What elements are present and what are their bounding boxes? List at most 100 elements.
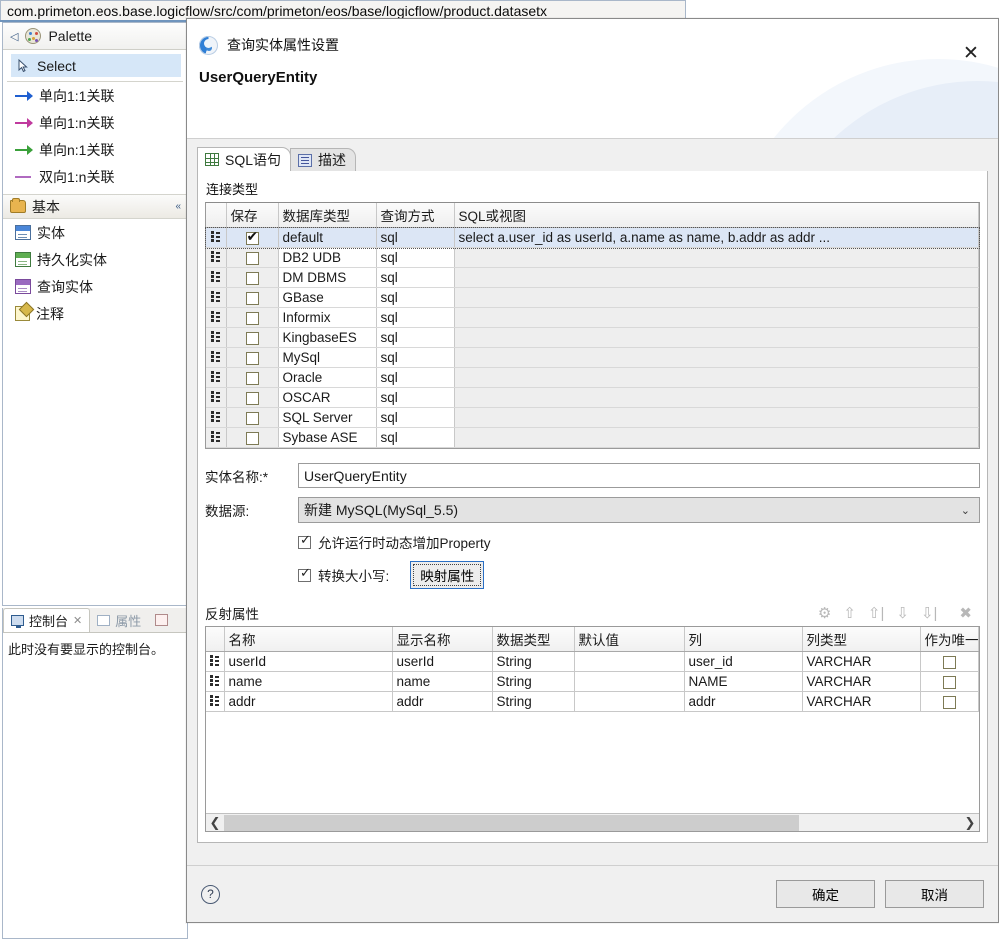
delete-icon[interactable]: ✖ — [959, 606, 972, 621]
help-icon[interactable]: ? — [201, 885, 220, 904]
prop-name-cell[interactable]: userId — [224, 652, 392, 672]
reflect-col-name[interactable]: 名称 — [224, 627, 392, 652]
save-checkbox-cell[interactable] — [226, 368, 278, 388]
table-row[interactable]: addr addr String addr VARCHAR — [206, 692, 979, 712]
row-handle-cell[interactable] — [206, 408, 226, 428]
table-row[interactable]: Oracle sql — [206, 368, 979, 388]
save-checkbox-cell[interactable] — [226, 228, 278, 248]
table-row[interactable]: SQL Server sql — [206, 408, 979, 428]
chevron-down-icon[interactable]: ⌄ — [961, 504, 970, 517]
db-type-cell[interactable]: KingbaseES — [278, 328, 376, 348]
sql-cell[interactable] — [454, 428, 979, 448]
unique-checkbox[interactable] — [943, 676, 956, 689]
prop-coltype-cell[interactable]: VARCHAR — [802, 652, 920, 672]
sql-cell[interactable] — [454, 408, 979, 428]
db-type-cell[interactable]: SQL Server — [278, 408, 376, 428]
sql-table[interactable]: 保存 数据库类型 查询方式 SQL或视图 default s — [205, 202, 980, 449]
prop-default-cell[interactable] — [574, 672, 684, 692]
save-checkbox-cell[interactable] — [226, 268, 278, 288]
sql-col-save[interactable]: 保存 — [226, 203, 278, 228]
save-checkbox-cell[interactable] — [226, 428, 278, 448]
drag-handle-icon[interactable] — [211, 371, 221, 382]
row-handle-cell[interactable] — [206, 672, 224, 692]
sql-cell[interactable] — [454, 368, 979, 388]
db-type-cell[interactable]: DM DBMS — [278, 268, 376, 288]
prop-default-cell[interactable] — [574, 652, 684, 672]
chevron-collapse-icon[interactable]: « — [175, 201, 181, 212]
sql-cell[interactable] — [454, 348, 979, 368]
db-type-cell[interactable]: MySql — [278, 348, 376, 368]
table-row[interactable]: MySql sql — [206, 348, 979, 368]
prop-unique-cell[interactable] — [920, 672, 979, 692]
save-checkbox[interactable] — [246, 332, 259, 345]
row-handle-cell[interactable] — [206, 248, 226, 268]
convert-case-checkbox[interactable] — [298, 569, 311, 582]
row-handle-cell[interactable] — [206, 348, 226, 368]
query-mode-cell[interactable]: sql — [376, 308, 454, 328]
palette-item-uni-1-1[interactable]: 单向1:1关联 — [3, 82, 187, 109]
move-up-icon[interactable]: ⇧ — [843, 606, 856, 621]
table-row[interactable]: default sql select a.user_id as userId, … — [206, 228, 979, 248]
console-tab-properties[interactable]: 属性 — [90, 608, 148, 632]
prop-datatype-cell[interactable]: String — [492, 652, 574, 672]
save-checkbox[interactable] — [246, 232, 259, 245]
palette-item-note[interactable]: 注释 — [3, 300, 187, 327]
row-handle-cell[interactable] — [206, 652, 224, 672]
ok-button[interactable]: 确定 — [776, 880, 875, 908]
drag-handle-icon[interactable] — [211, 331, 221, 342]
prop-display-cell[interactable]: userId — [392, 652, 492, 672]
prop-datatype-cell[interactable]: String — [492, 692, 574, 712]
reflect-col-unique[interactable]: 作为唯一标识 — [920, 627, 979, 652]
drag-handle-icon[interactable] — [210, 675, 220, 686]
query-mode-cell[interactable]: sql — [376, 428, 454, 448]
save-checkbox[interactable] — [246, 372, 259, 385]
query-mode-cell[interactable]: sql — [376, 328, 454, 348]
prop-column-cell[interactable]: NAME — [684, 672, 802, 692]
table-row[interactable]: DB2 UDB sql — [206, 248, 979, 268]
drag-handle-icon[interactable] — [211, 431, 221, 442]
sql-cell[interactable]: select a.user_id as userId, a.name as na… — [454, 228, 979, 248]
sql-col-dbtype[interactable]: 数据库类型 — [278, 203, 376, 228]
datasource-select[interactable]: 新建 MySQL(MySql_5.5) ⌄ — [298, 497, 980, 523]
prop-datatype-cell[interactable]: String — [492, 672, 574, 692]
query-mode-cell[interactable]: sql — [376, 268, 454, 288]
db-type-cell[interactable]: default — [278, 228, 376, 248]
reflect-col-display-name[interactable]: 显示名称 — [392, 627, 492, 652]
drag-handle-icon[interactable] — [211, 291, 221, 302]
sql-col-sql[interactable]: SQL或视图 — [454, 203, 979, 228]
save-checkbox-cell[interactable] — [226, 348, 278, 368]
move-up-one-icon[interactable]: ⇧| — [868, 606, 884, 621]
move-down-icon[interactable]: ⇩ — [896, 606, 909, 621]
db-type-cell[interactable]: DB2 UDB — [278, 248, 376, 268]
table-row[interactable]: GBase sql — [206, 288, 979, 308]
save-checkbox[interactable] — [246, 272, 259, 285]
reflect-properties-table[interactable]: 名称 显示名称 数据类型 默认值 列 列类型 作为唯一标识 — [205, 626, 980, 832]
palette-item-persistent-entity[interactable]: 持久化实体 — [3, 246, 187, 273]
save-checkbox-cell[interactable] — [226, 308, 278, 328]
drag-handle-icon[interactable] — [211, 411, 221, 422]
save-checkbox-cell[interactable] — [226, 388, 278, 408]
save-checkbox[interactable] — [246, 412, 259, 425]
row-handle-cell[interactable] — [206, 308, 226, 328]
row-handle-cell[interactable] — [206, 692, 224, 712]
sql-cell[interactable] — [454, 288, 979, 308]
row-handle-cell[interactable] — [206, 288, 226, 308]
console-tab-problems[interactable] — [148, 608, 175, 632]
query-mode-cell[interactable]: sql — [376, 348, 454, 368]
table-row[interactable]: name name String NAME VARCHAR — [206, 672, 979, 692]
save-checkbox-cell[interactable] — [226, 248, 278, 268]
cancel-button[interactable]: 取消 — [885, 880, 984, 908]
prop-default-cell[interactable] — [574, 692, 684, 712]
reflect-col-coltype[interactable]: 列类型 — [802, 627, 920, 652]
row-handle-cell[interactable] — [206, 368, 226, 388]
reflect-col-handle[interactable] — [206, 627, 224, 652]
save-checkbox[interactable] — [246, 352, 259, 365]
db-type-cell[interactable]: Oracle — [278, 368, 376, 388]
palette-item-uni-n-1[interactable]: 单向n:1关联 — [3, 136, 187, 163]
row-handle-cell[interactable] — [206, 388, 226, 408]
sql-cell[interactable] — [454, 308, 979, 328]
tab-sql-statement[interactable]: SQL语句 — [197, 147, 291, 171]
palette-tool-select[interactable]: Select — [11, 54, 181, 77]
table-row[interactable]: Sybase ASE sql — [206, 428, 979, 448]
sql-cell[interactable] — [454, 248, 979, 268]
